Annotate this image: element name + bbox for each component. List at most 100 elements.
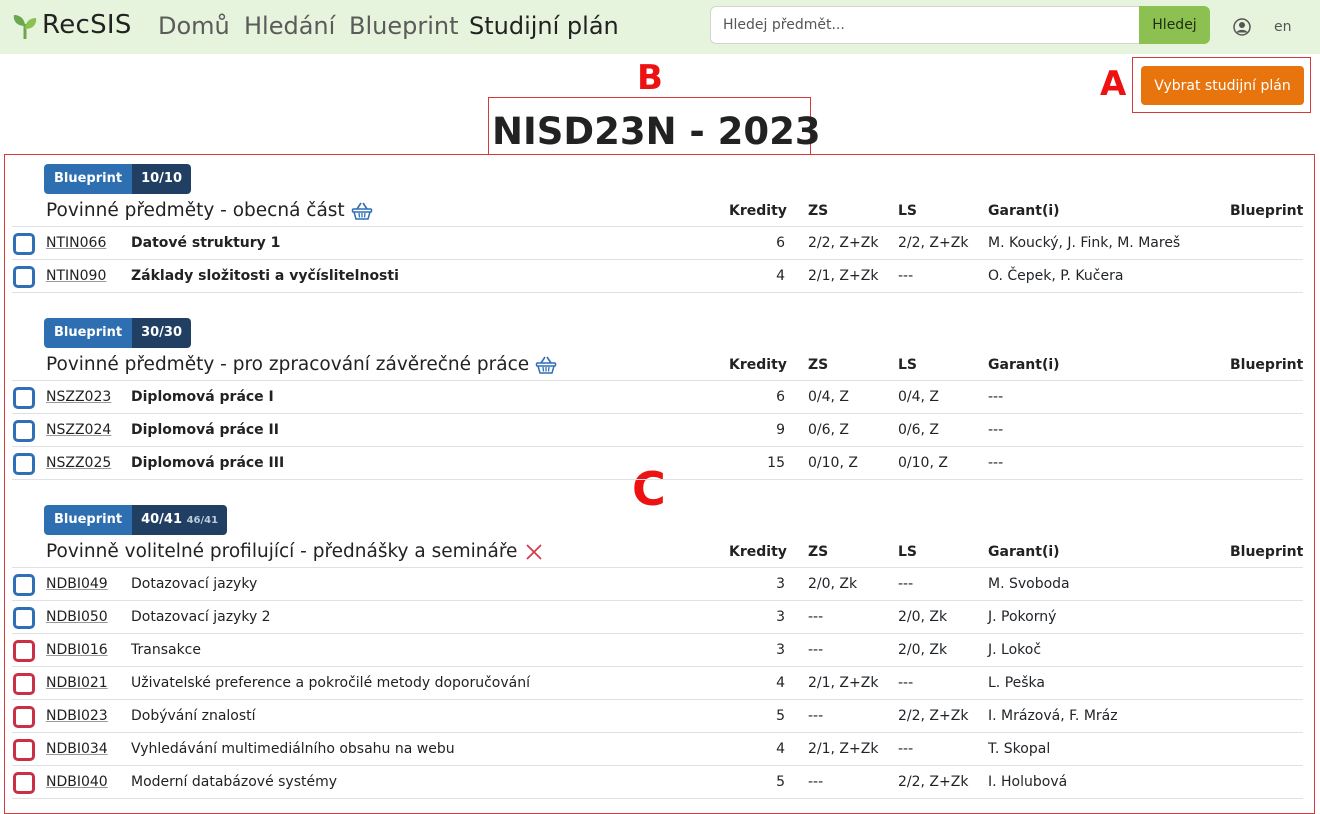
course-code-link[interactable]: NSZZ023 bbox=[46, 389, 111, 405]
course-zs: 2/1, Z+Zk bbox=[808, 268, 879, 284]
course-checkbox[interactable] bbox=[13, 673, 35, 695]
language-switch[interactable]: en bbox=[1274, 19, 1292, 35]
nav-link-search[interactable]: Hledání bbox=[244, 12, 335, 40]
select-study-plan-button[interactable]: Vybrat studijní plán bbox=[1141, 66, 1304, 105]
basket-icon[interactable] bbox=[351, 201, 373, 221]
course-garant: I. Holubová bbox=[988, 774, 1068, 790]
course-checkbox[interactable] bbox=[13, 453, 35, 475]
course-ls: --- bbox=[898, 675, 914, 691]
course-name: Moderní databázové systémy bbox=[131, 774, 338, 790]
course-credits: 3 bbox=[776, 609, 785, 625]
course-checkbox[interactable] bbox=[13, 739, 35, 761]
course-code-link[interactable]: NDBI040 bbox=[46, 774, 108, 790]
leaf-logo-icon[interactable] bbox=[12, 12, 38, 40]
course-name: Diplomová práce II bbox=[131, 422, 279, 438]
table-row: NDBI040 Moderní databázové systémy 5 ---… bbox=[0, 766, 1320, 799]
course-ls: --- bbox=[898, 741, 914, 757]
course-code-link[interactable]: NDBI034 bbox=[46, 741, 108, 757]
course-checkbox[interactable] bbox=[13, 387, 35, 409]
course-checkbox[interactable] bbox=[13, 420, 35, 442]
course-checkbox[interactable] bbox=[13, 607, 35, 629]
course-checkbox[interactable] bbox=[13, 640, 35, 662]
course-credits: 4 bbox=[776, 741, 785, 757]
user-circle-icon[interactable] bbox=[1233, 18, 1251, 36]
section-title: Povinné předměty - obecná část bbox=[46, 200, 373, 221]
badge-count: 40/41 46/41 bbox=[132, 505, 228, 535]
course-name: Diplomová práce III bbox=[131, 455, 285, 471]
course-code-link[interactable]: NDBI049 bbox=[46, 576, 108, 592]
badge-label: Blueprint bbox=[44, 318, 133, 348]
course-ls: 2/0, Zk bbox=[898, 642, 948, 658]
course-code-link[interactable]: NSZZ024 bbox=[46, 422, 111, 438]
course-ls: 0/10, Z bbox=[898, 455, 948, 471]
course-garant: M. Koucký, J. Fink, M. Mareš bbox=[988, 235, 1181, 251]
course-garant: J. Lokoč bbox=[988, 642, 1042, 658]
course-checkbox[interactable] bbox=[13, 233, 35, 255]
table-row: NSZZ025 Diplomová práce III 15 0/10, Z 0… bbox=[0, 447, 1320, 480]
course-zs: 2/0, Zk bbox=[808, 576, 858, 592]
course-ls: --- bbox=[898, 576, 914, 592]
badge-count: 30/30 bbox=[132, 318, 192, 348]
table-row: NDBI016 Transakce 3 --- 2/0, Zk J. Lokoč bbox=[0, 634, 1320, 667]
table-row: NDBI034 Vyhledávání multimediálního obsa… bbox=[0, 733, 1320, 766]
divider bbox=[12, 292, 1303, 293]
nav-link-home[interactable]: Domů bbox=[158, 12, 230, 40]
course-code-link[interactable]: NSZZ025 bbox=[46, 455, 111, 471]
course-zs: --- bbox=[808, 774, 824, 790]
basket-icon[interactable] bbox=[535, 355, 557, 375]
course-zs: --- bbox=[808, 609, 824, 625]
course-checkbox[interactable] bbox=[13, 266, 35, 288]
course-garant: --- bbox=[988, 422, 1004, 438]
column-header-zs: ZS bbox=[808, 544, 829, 560]
column-header-blueprint: Blueprint bbox=[1230, 357, 1304, 373]
course-code-link[interactable]: NDBI023 bbox=[46, 708, 108, 724]
nav-link-blueprint[interactable]: Blueprint bbox=[349, 12, 459, 40]
nav-link-study-plan[interactable]: Studijní plán bbox=[469, 12, 619, 40]
course-name: Transakce bbox=[131, 642, 201, 658]
course-name: Diplomová práce I bbox=[131, 389, 274, 405]
navbar: RecSIS Domů Hledání Blueprint Studijní p… bbox=[0, 0, 1320, 54]
course-zs: --- bbox=[808, 642, 824, 658]
course-credits: 3 bbox=[776, 642, 785, 658]
table-row: NSZZ024 Diplomová práce II 9 0/6, Z 0/6,… bbox=[0, 414, 1320, 447]
column-header-ls: LS bbox=[898, 357, 918, 373]
blueprint-badge: Blueprint 10/10 bbox=[44, 164, 192, 194]
badge-label: Blueprint bbox=[44, 164, 133, 194]
column-header-garant: Garant(i) bbox=[988, 203, 1060, 219]
table-row: NTIN066 Datové struktury 1 6 2/2, Z+Zk 2… bbox=[0, 227, 1320, 260]
course-checkbox[interactable] bbox=[13, 772, 35, 794]
course-ls: 2/2, Z+Zk bbox=[898, 708, 969, 724]
course-ls: 2/0, Zk bbox=[898, 609, 948, 625]
column-header-zs: ZS bbox=[808, 357, 829, 373]
badge-count: 10/10 bbox=[132, 164, 192, 194]
table-row: NDBI021 Uživatelské preference a pokroči… bbox=[0, 667, 1320, 700]
column-header-garant: Garant(i) bbox=[988, 357, 1060, 373]
course-garant: --- bbox=[988, 455, 1004, 471]
table-row: NDBI023 Dobývání znalostí 5 --- 2/2, Z+Z… bbox=[0, 700, 1320, 733]
course-code-link[interactable]: NTIN066 bbox=[46, 235, 106, 251]
plan-title: NISD23N - 2023 bbox=[492, 110, 821, 153]
column-header-blueprint: Blueprint bbox=[1230, 203, 1304, 219]
course-code-link[interactable]: NTIN090 bbox=[46, 268, 106, 284]
course-code-link[interactable]: NDBI021 bbox=[46, 675, 108, 691]
course-garant: T. Skopal bbox=[988, 741, 1051, 757]
course-zs: 2/1, Z+Zk bbox=[808, 675, 879, 691]
brand-name[interactable]: RecSIS bbox=[42, 10, 132, 40]
search-input[interactable] bbox=[710, 6, 1140, 44]
course-checkbox[interactable] bbox=[13, 706, 35, 728]
section-title: Povinné předměty - pro zpracování závěre… bbox=[46, 354, 557, 375]
course-code-link[interactable]: NDBI016 bbox=[46, 642, 108, 658]
course-credits: 4 bbox=[776, 268, 785, 284]
course-checkbox[interactable] bbox=[13, 574, 35, 596]
course-zs: 2/1, Z+Zk bbox=[808, 741, 879, 757]
x-icon[interactable] bbox=[523, 542, 545, 562]
column-header-garant: Garant(i) bbox=[988, 544, 1060, 560]
course-garant: M. Svoboda bbox=[988, 576, 1070, 592]
course-garant: --- bbox=[988, 389, 1004, 405]
column-header-zs: ZS bbox=[808, 203, 829, 219]
search-button[interactable]: Hledej bbox=[1139, 6, 1210, 44]
course-code-link[interactable]: NDBI050 bbox=[46, 609, 108, 625]
section-title: Povinně volitelné profilující - přednášk… bbox=[46, 541, 545, 562]
course-ls: 2/2, Z+Zk bbox=[898, 235, 969, 251]
course-name: Dotazovací jazyky 2 bbox=[131, 609, 271, 625]
